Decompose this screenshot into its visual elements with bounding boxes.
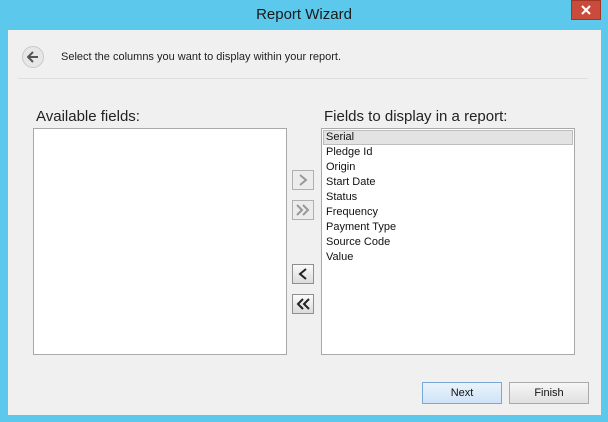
chevron-left-icon xyxy=(298,268,307,280)
list-item[interactable]: Source Code xyxy=(322,235,574,250)
finish-button[interactable]: Finish xyxy=(509,382,589,404)
list-item[interactable]: Payment Type xyxy=(322,220,574,235)
double-chevron-left-icon xyxy=(296,298,310,310)
available-fields-list[interactable] xyxy=(33,128,287,355)
list-item[interactable]: Origin xyxy=(322,160,574,175)
close-icon xyxy=(581,5,591,15)
wizard-body: Select the columns you want to display w… xyxy=(8,30,601,415)
window-title: Report Wizard xyxy=(256,6,352,23)
title-bar[interactable]: Report Wizard xyxy=(0,0,608,30)
display-fields-label: Fields to display in a report: xyxy=(324,108,508,125)
next-button[interactable]: Next xyxy=(422,382,502,404)
list-item[interactable]: Pledge Id xyxy=(322,145,574,160)
instruction-text: Select the columns you want to display w… xyxy=(61,51,342,63)
remove-all-fields-button[interactable] xyxy=(292,294,314,314)
list-item[interactable]: Value xyxy=(322,250,574,265)
remove-field-button[interactable] xyxy=(292,264,314,284)
list-item[interactable]: Start Date xyxy=(322,175,574,190)
wizard-header: Select the columns you want to display w… xyxy=(8,30,601,78)
back-button[interactable] xyxy=(22,46,44,68)
header-divider xyxy=(18,78,588,79)
close-button[interactable] xyxy=(571,0,601,20)
list-item[interactable]: Status xyxy=(322,190,574,205)
back-arrow-icon xyxy=(27,51,38,63)
list-item[interactable]: Serial xyxy=(323,130,573,145)
list-item[interactable]: Frequency xyxy=(322,205,574,220)
chevron-right-icon xyxy=(299,174,308,186)
double-chevron-right-icon xyxy=(296,204,310,216)
display-fields-list[interactable]: Serial Pledge Id Origin Start Date Status Fre… xyxy=(321,128,575,355)
report-wizard-window: Report Wizard Select the columns you wan… xyxy=(0,0,608,422)
add-all-fields-button[interactable] xyxy=(292,200,314,220)
add-field-button[interactable] xyxy=(292,170,314,190)
available-fields-label: Available fields: xyxy=(36,108,140,125)
